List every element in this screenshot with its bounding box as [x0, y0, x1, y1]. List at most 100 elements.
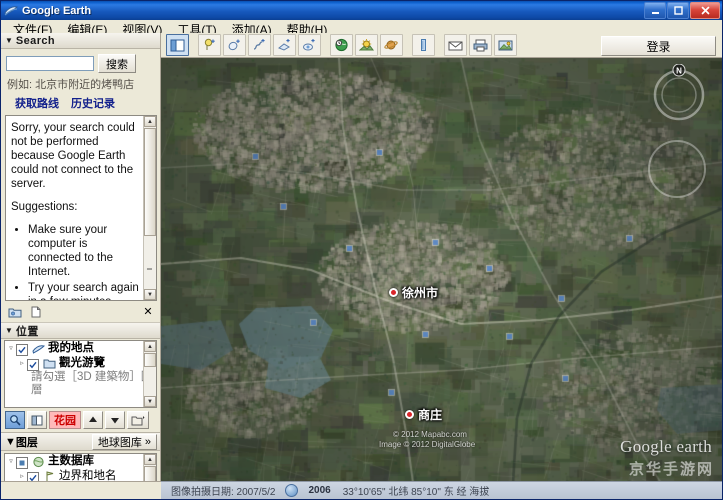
suggestions-title: Suggestions: — [11, 201, 78, 213]
scroll-up-arrow-icon[interactable]: ▲ — [144, 116, 156, 127]
search-history-link[interactable]: 历史记录 — [71, 95, 115, 111]
map-marker-xuzhou[interactable]: 徐州市 — [389, 284, 438, 301]
marker-dot-icon — [405, 410, 414, 419]
search-panel-header[interactable]: ▼ Search — [1, 33, 160, 49]
folder-icon — [42, 357, 56, 370]
search-panel: ▼ Search 搜索 例如: 北京市附近的烤鸭店 获取路线 历史记录 Sorr… — [1, 33, 160, 323]
save-image-button[interactable] — [494, 34, 517, 56]
database-globe-icon — [31, 455, 45, 468]
collapse-triangle-icon: ▼ — [5, 326, 13, 335]
add-placemark-button[interactable] — [198, 34, 221, 56]
toolbar-group-ruler — [411, 34, 436, 56]
suggestions-list: Make sure your computer is connected to … — [11, 223, 142, 300]
move-down-button[interactable] — [105, 411, 125, 429]
add-polygon-button[interactable] — [223, 34, 246, 56]
login-button[interactable]: 登录 — [601, 36, 716, 56]
expander-icon[interactable]: ▿ — [6, 342, 16, 352]
scroll-up-arrow-icon[interactable]: ▲ — [144, 454, 156, 465]
checkbox[interactable] — [16, 344, 28, 356]
search-input[interactable] — [6, 56, 94, 71]
imagery-date-label: 图像拍摄日期: 2007/5/2 — [171, 487, 276, 498]
collapse-triangle-icon: ▼ — [5, 36, 13, 45]
expander-icon[interactable]: ▹ — [17, 357, 27, 367]
places-panel-title: 位置 — [15, 325, 39, 338]
places-search-button[interactable] — [5, 411, 25, 429]
places-panel-header[interactable]: ▼ 位置 — [1, 323, 160, 339]
scrollbar-thumb[interactable] — [144, 466, 156, 482]
scroll-down-arrow-icon[interactable]: ▼ — [144, 396, 156, 407]
coordinates-label: 33°10'65" 北纬 85°10" 东 经 海拔 — [342, 487, 490, 498]
toolbar-group-share — [443, 34, 518, 56]
record-tour-button[interactable] — [298, 34, 321, 56]
layers-panel-header[interactable]: ▼ 图层 地球图库 » — [1, 432, 160, 451]
navigation-compass[interactable]: N — [648, 63, 710, 126]
marker-label: 徐州市 — [402, 286, 439, 300]
statusbar-left-filler — [1, 481, 161, 499]
title-bar[interactable]: Google Earth — [1, 1, 722, 20]
minimize-button[interactable] — [644, 2, 666, 19]
scroll-down-arrow-icon[interactable]: ▼ — [144, 289, 156, 300]
new-folder-button[interactable] — [127, 411, 149, 429]
window-controls — [644, 2, 720, 19]
add-path-button[interactable] — [248, 34, 271, 56]
folder-add-icon[interactable] — [7, 304, 23, 319]
email-button[interactable] — [444, 34, 467, 56]
close-x-icon[interactable]: ✕ — [140, 304, 156, 319]
status-bar: 图像拍摄日期: 2007/5/2 2006 33°10'65" 北纬 85°10… — [161, 481, 722, 499]
search-results-content: Sorry, your search could not be performe… — [6, 116, 156, 300]
move-up-button[interactable] — [83, 411, 103, 429]
get-directions-link[interactable]: 获取路线 — [15, 95, 59, 111]
places-tag-button[interactable]: 花园 — [49, 411, 81, 429]
tree-item-label: 主数据库 — [48, 455, 94, 467]
historical-imagery-button[interactable] — [330, 34, 353, 56]
ruler-button[interactable] — [412, 34, 435, 56]
scrollbar-thumb[interactable] — [144, 353, 156, 367]
places-toolbar: 花园 — [1, 408, 160, 432]
google-earth-watermark: Google earth — [620, 437, 712, 456]
data-year-label: 2006 — [308, 485, 331, 496]
search-actions-row: ✕ — [1, 301, 160, 323]
places-scrollbar[interactable]: ▲ ▼ — [143, 341, 156, 407]
tree-item-label: 我的地点 — [48, 342, 94, 354]
streaming-globe-icon — [285, 484, 299, 497]
sunlight-button[interactable] — [355, 34, 378, 56]
map-copyright-line: Image © 2012 DigitalGlobe — [379, 440, 476, 449]
search-hint: 例如: 北京市附近的烤鸭店 — [7, 79, 135, 91]
zoom-ring-control[interactable] — [648, 140, 706, 198]
close-button[interactable] — [690, 2, 720, 19]
tree-item-primary-database[interactable]: ▿ 主数据库 — [5, 454, 156, 469]
marker-label: 商庄 — [418, 408, 443, 422]
chevron-right-icon: » — [144, 435, 151, 448]
scrollbar-thumb[interactable] — [144, 128, 156, 236]
map-viewport[interactable]: N 徐州市 商庄 © 2012 Mapabc.com Image © 2012 … — [161, 58, 722, 481]
map-marker-shangzhuang[interactable]: 商庄 — [405, 406, 442, 423]
add-image-overlay-button[interactable] — [273, 34, 296, 56]
tree-item-my-places[interactable]: ▿ 我的地点 — [5, 341, 156, 356]
toolbar-group-globe — [329, 34, 404, 56]
expander-icon[interactable]: ▿ — [6, 455, 16, 465]
search-results-scrollbar[interactable]: ▲ ═ ▼ — [143, 116, 156, 300]
scroll-up-arrow-icon[interactable]: ▲ — [144, 341, 156, 352]
tree-item-label: 觀光游覽 — [59, 357, 105, 369]
copy-page-icon[interactable] — [28, 304, 44, 319]
checkbox[interactable] — [16, 457, 28, 469]
checkbox[interactable] — [27, 359, 39, 371]
marker-dot-icon — [389, 288, 398, 297]
maximize-button[interactable] — [667, 2, 689, 19]
toggle-sidebar-button[interactable] — [166, 34, 189, 56]
tree-item-tour[interactable]: ▹ 觀光游覽 — [5, 356, 156, 371]
expander-icon[interactable]: ▹ — [17, 470, 27, 480]
print-button[interactable] — [469, 34, 492, 56]
switch-to-sky-button[interactable] — [380, 34, 403, 56]
sidebar: ▼ Search 搜索 例如: 北京市附近的烤鸭店 获取路线 历史记录 Sorr… — [1, 33, 161, 499]
search-results-box: Sorry, your search could not be performe… — [5, 115, 157, 301]
search-button[interactable]: 搜索 — [98, 54, 136, 73]
earth-gallery-button[interactable]: 地球图库 » — [91, 433, 157, 450]
layers-panel-title: 图层 — [15, 436, 38, 449]
google-earth-logo-icon — [4, 4, 18, 18]
window-title: Google Earth — [22, 4, 92, 17]
toolbar-group-view — [165, 34, 190, 56]
places-tree[interactable]: ▿ 我的地点 ▹ 觀光游覽 請勾選［3D 建築物］圖層 ▲ ▼ — [4, 340, 157, 408]
places-view-button[interactable] — [27, 411, 47, 429]
google-earth-window: Google Earth 文件(F) 编辑(E) 视图(V) 工具(T) 添加(… — [0, 0, 723, 500]
